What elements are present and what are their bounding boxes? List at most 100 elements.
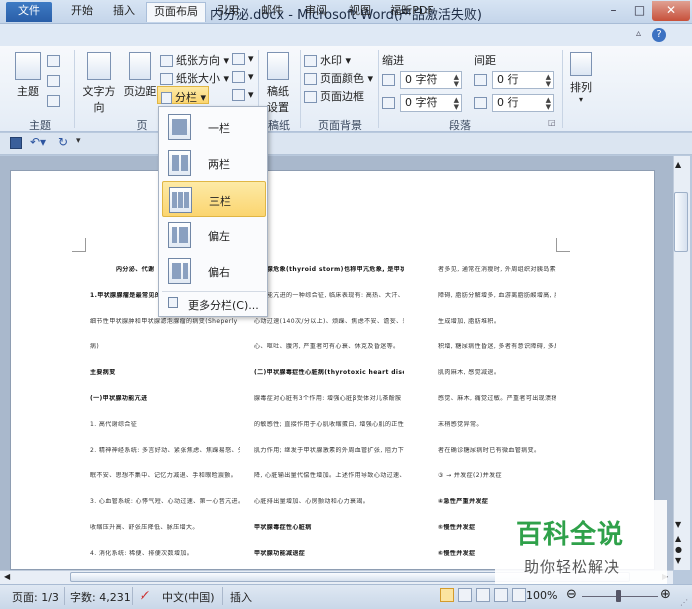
indent-right-field[interactable]: 0 字符 ▲ ▼ [400, 94, 462, 112]
status-insert-mode[interactable]: 插入 [230, 589, 252, 605]
menu-item-three-columns[interactable]: 三栏 [162, 181, 266, 217]
one-column-icon [168, 114, 191, 140]
zoom-level[interactable]: 100% [526, 589, 557, 602]
tab-view[interactable]: 视图 [340, 2, 380, 22]
tab-references[interactable]: 引用 [208, 2, 248, 22]
columns-icon [161, 92, 172, 104]
browse-object-icon[interactable]: ● [675, 545, 682, 554]
spin-down-icon[interactable]: ▼ [546, 104, 551, 111]
status-word-count[interactable]: 字数: 4,231 [70, 589, 131, 605]
status-page[interactable]: 页面: 1/3 [12, 589, 59, 605]
theme-colors-button[interactable] [47, 54, 67, 70]
theme-fonts-icon [47, 75, 60, 87]
breaks-button[interactable]: ▾ [232, 52, 254, 65]
vertical-scroll-thumb[interactable] [674, 192, 688, 252]
scroll-down-icon[interactable]: ▼ [675, 520, 681, 529]
document-line: 心、呕吐、腹泻, 严重者可有心衰、休克及昏迷等。 [254, 343, 400, 351]
columns-button[interactable]: 分栏 ▾ [157, 86, 209, 104]
tab-page-layout[interactable]: 页面布局 [146, 2, 206, 22]
undo-icon[interactable]: ↶▾ [30, 135, 46, 149]
size-button[interactable]: 纸张大小 ▾ [160, 70, 229, 86]
menu-item-two-columns[interactable]: 两栏 [162, 145, 266, 181]
previous-page-icon[interactable]: ▲ [675, 534, 681, 543]
margins-label: 页边距 [123, 85, 157, 98]
menu-item-label: 三栏 [209, 195, 231, 208]
next-page-icon[interactable]: ▼ [675, 556, 681, 565]
maximize-button[interactable]: □ [627, 1, 652, 21]
zoom-slider-thumb[interactable] [616, 590, 621, 602]
orientation-button[interactable]: 纸张方向 ▾ [160, 52, 229, 68]
margin-corner-mark [556, 238, 570, 252]
breaks-icon [232, 53, 245, 65]
scroll-up-icon[interactable]: ▲ [675, 160, 681, 169]
watermark-button[interactable]: 水印 ▾ [304, 52, 351, 68]
columns-dropdown-menu: 一栏 两栏 三栏 偏左 偏右 更多分栏(C)... [158, 106, 268, 317]
line-numbers-button[interactable]: ▾ [232, 70, 254, 83]
spacing-after-field[interactable]: 0 行 ▲ ▼ [492, 94, 554, 112]
tab-insert[interactable]: 插入 [104, 2, 144, 22]
outline-view-icon[interactable] [494, 588, 508, 602]
document-line: (一)甲状腺功能亢进 [90, 395, 148, 402]
document-line: 甲状腺功能减退症 [254, 549, 306, 557]
resize-grip-icon[interactable]: ⋰ [680, 598, 688, 607]
page-border-button[interactable]: 页面边框 [304, 88, 364, 104]
ribbon-tabs [0, 24, 692, 46]
spin-down-icon[interactable]: ▼ [454, 81, 459, 88]
menu-item-right[interactable]: 偏右 [162, 253, 266, 289]
theme-fonts-button[interactable] [47, 74, 67, 90]
zoom-out-icon[interactable]: ⊖ [566, 587, 577, 602]
hyphenation-button[interactable]: ▾ [232, 88, 254, 101]
zoom-in-icon[interactable]: ⊕ [660, 587, 671, 602]
arrange-button[interactable]: 排列 ▾ [566, 52, 596, 104]
tab-file[interactable]: 文件 [6, 2, 52, 22]
status-divider [132, 587, 133, 605]
menu-item-label: 偏右 [208, 266, 230, 279]
indent-left-field[interactable]: 0 字符 ▲ ▼ [400, 71, 462, 89]
arrange-label: 排列 [570, 81, 592, 94]
document-line: 4. 消化系统: 稀便、排便次数增加。 [90, 549, 194, 557]
more-columns-icon [168, 297, 178, 308]
spin-down-icon[interactable]: ▼ [454, 104, 459, 111]
tab-home[interactable]: 开始 [62, 2, 102, 22]
menu-item-label: 两栏 [208, 158, 230, 171]
menu-item-left[interactable]: 偏左 [162, 217, 266, 253]
help-icon[interactable]: ? [652, 28, 666, 42]
document-line: 1. 高代谢综合征 [90, 420, 138, 428]
full-screen-view-icon[interactable] [458, 588, 472, 602]
two-columns-icon [168, 150, 191, 176]
scroll-left-icon[interactable]: ◀ [4, 572, 10, 581]
themes-button[interactable]: 主题 [12, 52, 44, 99]
minimize-button[interactable]: – [600, 1, 627, 21]
tab-foxit-pdf[interactable]: 福昕PDF [384, 2, 440, 22]
proofing-icon[interactable]: ✓̸ [140, 589, 149, 602]
manuscript-icon [267, 52, 289, 80]
web-layout-view-icon[interactable] [476, 588, 490, 602]
print-layout-view-icon[interactable] [440, 588, 454, 602]
tab-mailings[interactable]: 邮件 [252, 2, 292, 22]
document-line: 腺毒症对心脏有3个作用: 增强心脏β受体对儿茶酚胺 [254, 395, 402, 402]
redo-icon[interactable]: ↻ [58, 135, 68, 149]
three-columns-icon [169, 187, 192, 213]
spin-down-icon[interactable]: ▼ [546, 81, 551, 88]
page-color-button[interactable]: 页面颜色 ▾ [304, 70, 373, 86]
menu-item-one-column[interactable]: 一栏 [162, 109, 266, 145]
document-line: 者多见, 通常在消瘦时, 外周组织对胰岛素利用 [438, 266, 556, 273]
draft-view-icon[interactable] [512, 588, 526, 602]
tab-review[interactable]: 审阅 [296, 2, 336, 22]
page-border-label: 页面边框 [320, 90, 364, 103]
paragraph-dialog-launcher-icon[interactable]: ◲ [548, 118, 556, 127]
menu-divider [162, 291, 266, 292]
document-line: 障碍, 脂肪分解增多, 血游离脂肪酸增高, 肝脏 [438, 291, 556, 299]
status-language[interactable]: 中文(中国) [162, 589, 215, 605]
text-direction-button[interactable]: 文字方向 [78, 52, 120, 115]
close-button[interactable]: ✕ [652, 1, 690, 21]
save-icon[interactable] [10, 137, 22, 149]
margins-button[interactable]: 页边距 [122, 52, 158, 99]
theme-effects-button[interactable] [47, 94, 67, 110]
themes-label: 主题 [17, 85, 39, 98]
columns-label: 分栏 [175, 91, 197, 104]
collapse-ribbon-icon[interactable]: ▵ [636, 28, 641, 39]
spacing-before-field[interactable]: 0 行 ▲ ▼ [492, 71, 554, 89]
customize-qat-icon[interactable]: ▾ [76, 136, 81, 146]
menu-item-more-columns[interactable]: 更多分栏(C)... [162, 294, 266, 314]
